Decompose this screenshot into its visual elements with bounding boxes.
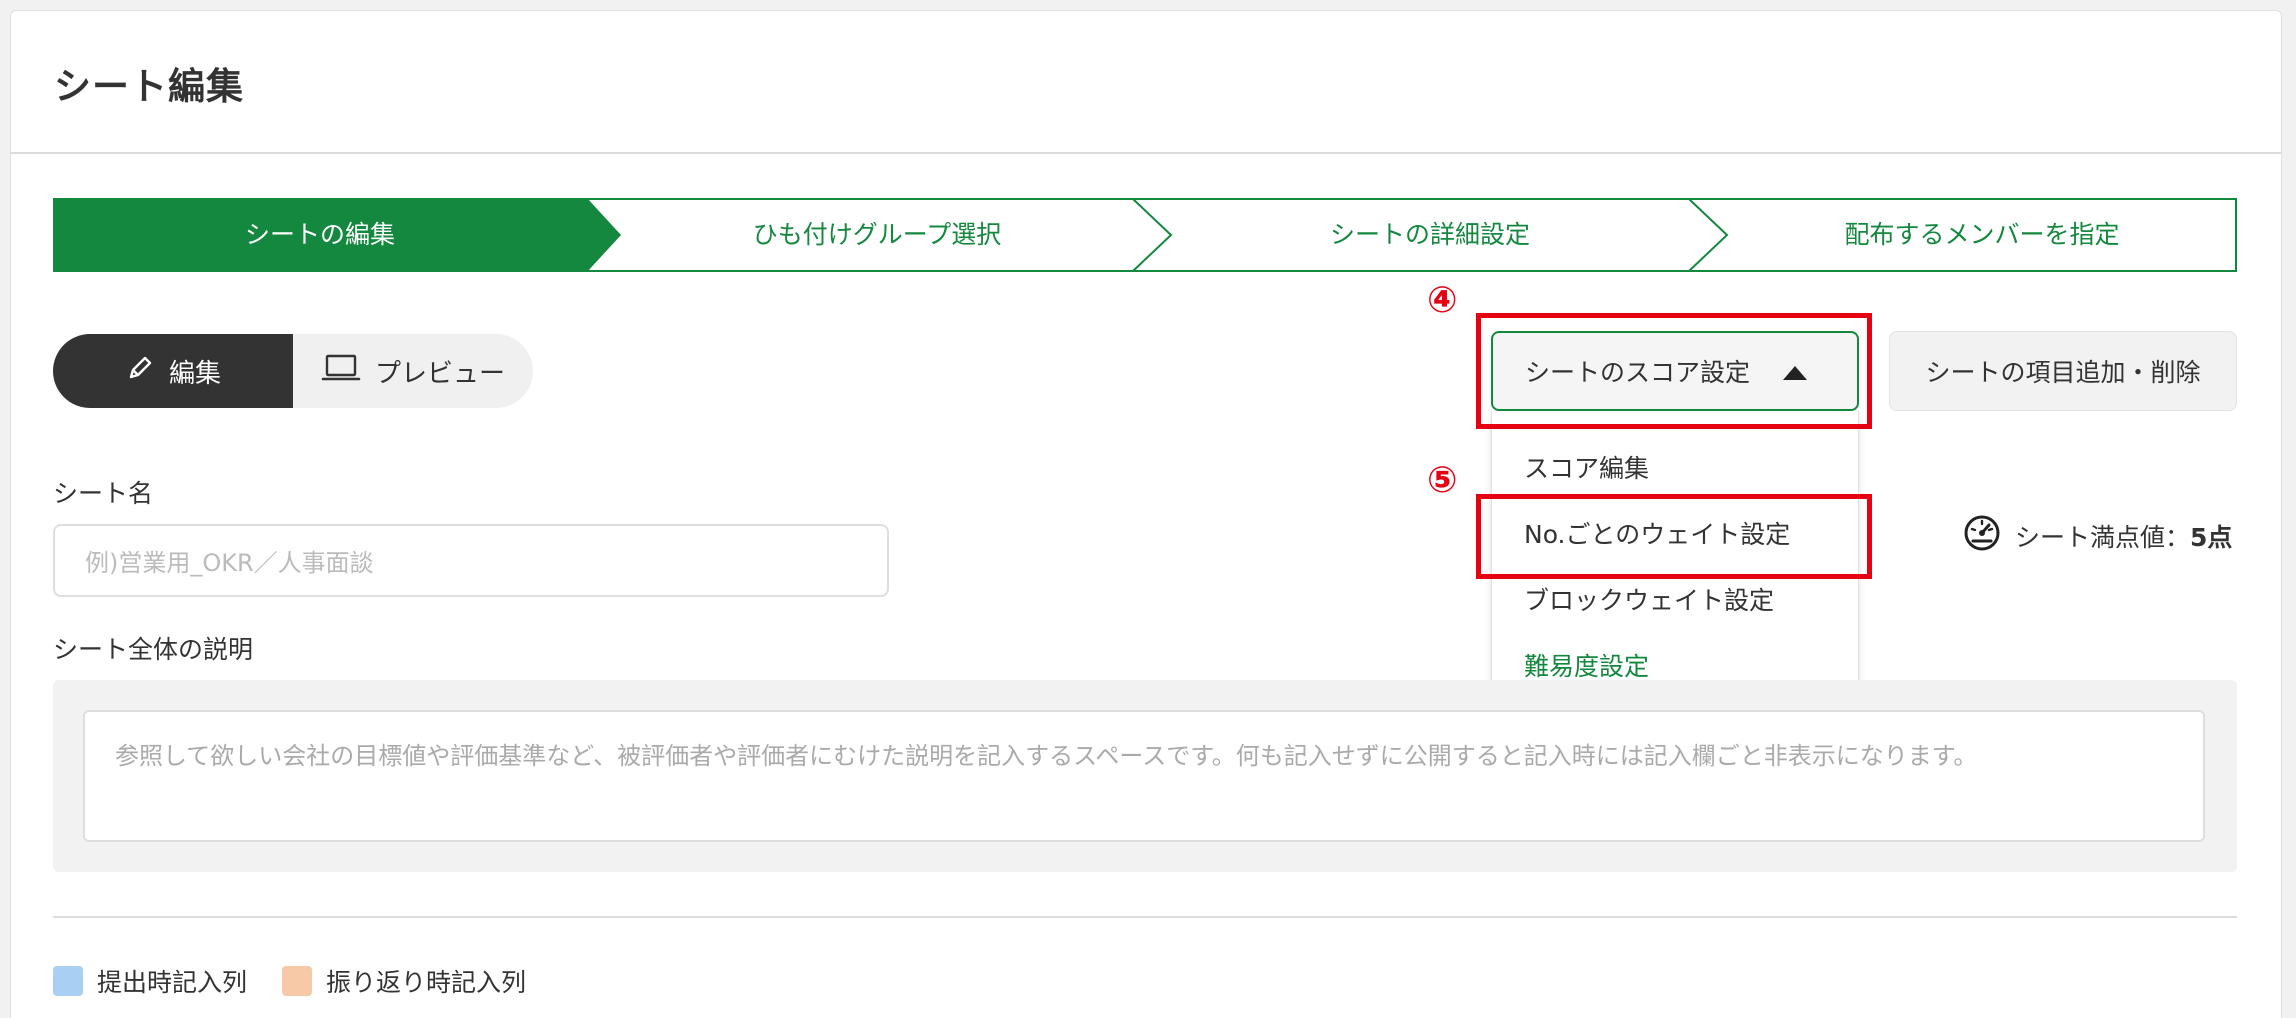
sheet-name-label: シート名 <box>53 479 154 508</box>
annotation-box-4 <box>1476 313 1872 429</box>
legend-review: 振り返り時記入列 <box>282 963 526 999</box>
laptop-icon <box>321 353 375 390</box>
preview-mode-button[interactable]: プレビュー <box>293 334 533 408</box>
step-detail-settings[interactable]: シートの詳細設定 <box>1171 198 1689 272</box>
legend-label-review: 振り返り時記入列 <box>326 968 527 997</box>
step-edit-sheet[interactable]: シートの編集 <box>53 198 587 272</box>
annotation-number-4: ④ <box>1427 280 1458 321</box>
preview-mode-label: プレビュー <box>374 358 505 389</box>
description-label: シート全体の説明 <box>53 635 254 664</box>
stepper: シートの編集 ひも付けグループ選択 シートの詳細設定 配布するメンバーを指定 <box>53 198 2237 272</box>
menu-item-difficulty[interactable]: 難易度設定 <box>1524 647 1649 683</box>
add-remove-items-button[interactable]: シートの項目追加・削除 <box>1889 331 2237 411</box>
mode-toggle: 編集 プレビュー <box>53 334 533 408</box>
menu-item-edit-score[interactable]: スコア編集 <box>1524 449 1649 485</box>
page-title: シート編集 <box>54 65 244 108</box>
annotation-number-5: ⑤ <box>1427 460 1458 501</box>
max-score-value: 5点 <box>2190 523 2233 552</box>
annotation-box-5 <box>1476 494 1872 579</box>
description-area: 参照して欲しい会社の目標値や評価基準など、被評価者や評価者にむけた説明を記入する… <box>53 680 2237 872</box>
step-assign-members[interactable]: 配布するメンバーを指定 <box>1727 198 2237 272</box>
gauge-icon <box>1963 514 2015 558</box>
edit-mode-label: 編集 <box>168 358 221 389</box>
legend-submit: 提出時記入列 <box>53 963 247 999</box>
section-divider <box>53 916 2237 918</box>
pencil-icon <box>125 353 169 390</box>
step-divider-2 <box>1132 198 1173 272</box>
max-score-label: シート満点値： <box>2015 523 2191 552</box>
max-score: シート満点値： 5点 <box>1963 514 2233 558</box>
title-divider <box>10 152 2282 154</box>
legend-swatch-submit <box>53 966 83 996</box>
step-divider-3 <box>1688 198 1729 272</box>
legend-swatch-review <box>282 966 312 996</box>
description-textarea[interactable]: 参照して欲しい会社の目標値や評価基準など、被評価者や評価者にむけた説明を記入する… <box>83 710 2205 842</box>
step-link-groups[interactable]: ひも付けグループ選択 <box>621 198 1133 272</box>
menu-item-block-weight[interactable]: ブロックウェイト設定 <box>1524 581 1774 617</box>
legend-label-submit: 提出時記入列 <box>97 968 248 997</box>
edit-mode-button[interactable]: 編集 <box>53 334 293 408</box>
sheet-name-input[interactable]: 例)営業用_OKR／人事面談 <box>53 524 889 597</box>
